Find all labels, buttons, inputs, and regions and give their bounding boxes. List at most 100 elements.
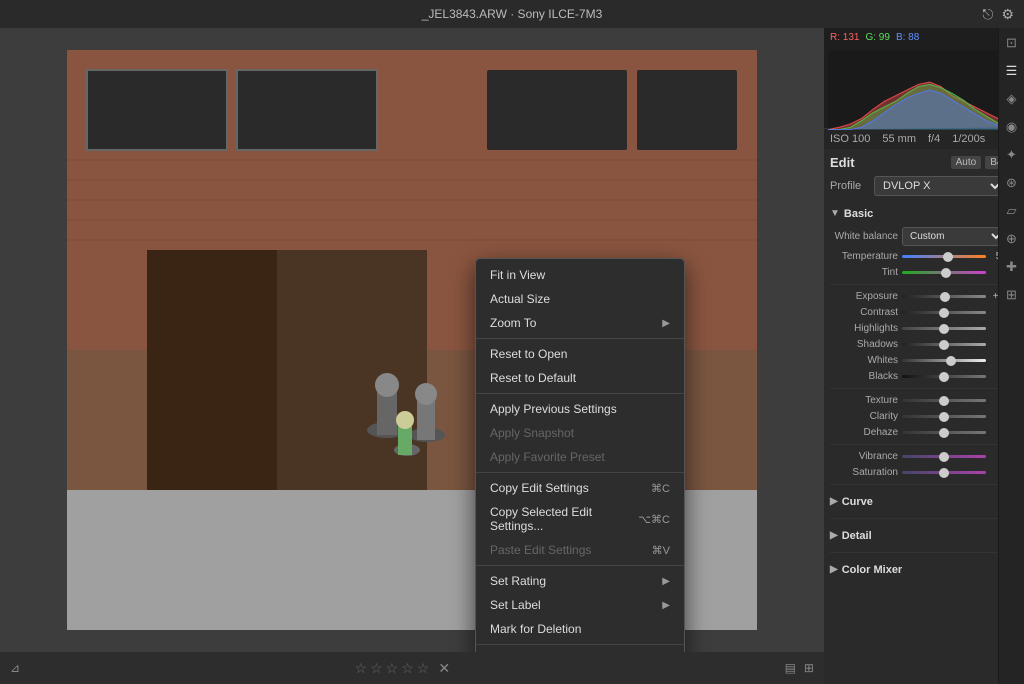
menu-reset-to-open[interactable]: Reset to Open [476,342,684,366]
healing-icon[interactable]: ✚ [1003,256,1020,278]
star-1[interactable]: ☆ [355,660,368,677]
crop-icon[interactable]: ⊡ [1003,32,1020,54]
highlights-slider-row: Highlights 0 [830,323,1018,334]
whites-thumb[interactable] [946,356,956,366]
section-divider-2 [830,388,1018,389]
texture-label: Texture [830,395,898,406]
layout-icon[interactable]: ⊞ [1003,284,1020,306]
shadows-thumb[interactable] [939,340,949,350]
title-bar: _JEL3843.ARW · Sony ILCE-7M3 ⎋ ⚙ [0,0,1024,28]
blacks-thumb[interactable] [939,372,949,382]
star-2[interactable]: ☆ [370,660,383,677]
wb-select[interactable]: Custom [902,227,1005,246]
profile-label: Profile [830,180,870,192]
menu-actual-size[interactable]: Actual Size [476,287,684,311]
saturation-slider-row: Saturation 0 [830,467,1018,478]
effects-icon[interactable]: ✦ [1003,144,1020,166]
dehaze-label: Dehaze [830,427,898,438]
texture-track[interactable] [902,399,986,402]
menu-save-image[interactable]: Save Image ▶ [476,648,684,652]
search-plus-icon[interactable]: ⊕ [1003,228,1020,250]
menu-set-rating[interactable]: Set Rating ▶ [476,569,684,593]
grid-view-icon[interactable]: ▤ [785,661,796,675]
contrast-track[interactable] [902,311,986,314]
menu-apply-preset: Apply Favorite Preset [476,445,684,469]
clarity-slider-row: Clarity 0 [830,411,1018,422]
menu-apply-snapshot: Apply Snapshot [476,421,684,445]
exposure-thumb[interactable] [940,292,950,302]
rgb-g: G: 99 [865,32,889,43]
exposure-slider-row: Exposure +0.10 [830,291,1018,302]
menu-set-label[interactable]: Set Label ▶ [476,593,684,617]
vibrance-thumb[interactable] [939,452,949,462]
saturation-thumb[interactable] [939,468,949,478]
tint-label: Tint [830,267,898,278]
whites-track[interactable] [902,359,986,362]
curve-section[interactable]: ▶ Curve 👁 [830,491,1018,512]
profile-select[interactable]: DVLOP X [874,176,1004,196]
aperture-value: f/4 [928,133,940,145]
basic-chevron-icon[interactable]: ▼ [830,208,840,219]
dehaze-thumb[interactable] [939,428,949,438]
highlights-thumb[interactable] [939,324,949,334]
filter-icon[interactable]: ⊿ [10,661,20,675]
tint-thumb[interactable] [941,268,951,278]
menu-apply-previous[interactable]: Apply Previous Settings [476,397,684,421]
section-divider-6 [830,552,1018,553]
color-icon[interactable]: ◉ [1003,116,1020,138]
settings-icon[interactable]: ⚙ [1001,6,1014,23]
section-divider-1 [830,284,1018,285]
blacks-track[interactable] [902,375,986,378]
exposure-track[interactable] [902,295,986,298]
section-divider-3 [830,444,1018,445]
delete-icon[interactable]: ✕ [438,660,450,677]
color-mixer-section[interactable]: ▶ Color Mixer 👁 [830,559,1018,580]
star-5[interactable]: ☆ [417,660,430,677]
color-mixer-section-title: ▶ Color Mixer [830,564,902,576]
whites-label: Whites [830,355,898,366]
vibrance-track[interactable] [902,455,986,458]
contrast-thumb[interactable] [939,308,949,318]
detail-section[interactable]: ▶ Detail 👁 [830,525,1018,546]
tint-track[interactable] [902,271,986,274]
star-3[interactable]: ☆ [386,660,399,677]
clarity-label: Clarity [830,411,898,422]
geometry-icon[interactable]: ▱ [1004,200,1020,222]
auto-badge[interactable]: Auto [951,156,982,169]
temperature-track[interactable] [902,255,986,258]
saturation-track[interactable] [902,471,986,474]
edit-title: Edit [830,155,855,170]
temperature-label: Temperature [830,251,898,262]
menu-mark-deletion[interactable]: Mark for Deletion [476,617,684,641]
menu-fit-in-view[interactable]: Fit in View [476,263,684,287]
star-rating[interactable]: ☆ ☆ ☆ ☆ ☆ ✕ [355,660,451,677]
detail-section-title: ▶ Detail [830,530,872,542]
shadows-slider-row: Shadows 0 [830,339,1018,350]
menu-reset-to-default[interactable]: Reset to Default [476,366,684,390]
iso-value: ISO 100 [830,133,870,145]
bottom-bar: ⊿ ☆ ☆ ☆ ☆ ☆ ✕ ▤ ⊞ [0,652,824,684]
menu-zoom-to[interactable]: Zoom To ▶ [476,311,684,335]
detail-icon[interactable]: ◈ [1004,88,1020,110]
whites-slider-row: Whites +25 [830,355,1018,366]
saturation-label: Saturation [830,467,898,478]
menu-copy-selected[interactable]: Copy Selected Edit Settings... ⌥⌘C [476,500,684,538]
temperature-thumb[interactable] [943,252,953,262]
shadows-track[interactable] [902,343,986,346]
adjust-icon[interactable]: ☰ [1003,60,1021,82]
bottom-bar-left: ⊿ [10,661,20,675]
star-4[interactable]: ☆ [401,660,414,677]
temperature-slider-row: Temperature 5500 [830,251,1018,262]
highlights-track[interactable] [902,327,986,330]
share-icon[interactable]: ⎋ [982,6,993,23]
clarity-track[interactable] [902,415,986,418]
contrast-slider-row: Contrast 0 [830,307,1018,318]
split-view-icon[interactable]: ⊞ [804,661,814,675]
image-container: Fit in View Actual Size Zoom To ▶ Reset … [0,28,824,652]
lens-icon[interactable]: ⊛ [1003,172,1020,194]
window-title: _JEL3843.ARW · Sony ILCE-7M3 [422,7,603,21]
dehaze-track[interactable] [902,431,986,434]
texture-thumb[interactable] [939,396,949,406]
menu-copy-edit[interactable]: Copy Edit Settings ⌘C [476,476,684,500]
clarity-thumb[interactable] [939,412,949,422]
